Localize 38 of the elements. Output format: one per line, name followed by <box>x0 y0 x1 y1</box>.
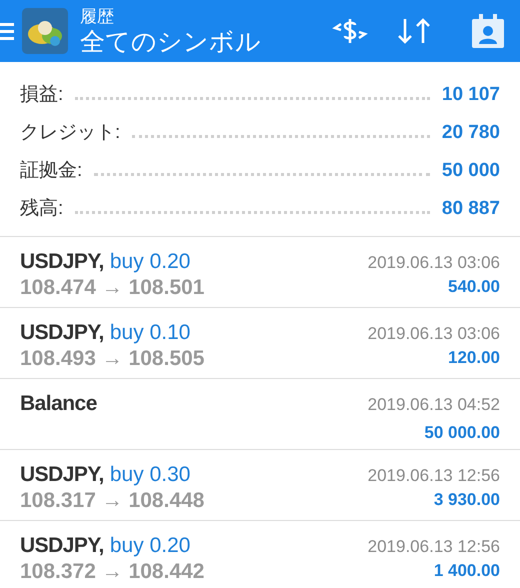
symbol-text: USDJPY, <box>20 462 104 488</box>
profit-text: 120.00 <box>448 347 500 369</box>
time-text: 2019.06.13 04:52 <box>368 394 500 416</box>
screen-subtitle: 履歴 <box>80 8 115 24</box>
price-text: 108.372 → 108.442 <box>20 559 204 585</box>
summary-label: 損益: <box>20 82 64 107</box>
summary-label: 残高: <box>20 196 64 221</box>
summary-value: 20 780 <box>442 120 500 145</box>
menu-icon[interactable] <box>0 22 14 40</box>
currency-exchange-icon[interactable] <box>332 16 368 46</box>
sort-icon[interactable] <box>396 16 432 46</box>
time-text: 2019.06.13 03:06 <box>368 252 500 274</box>
screen-title: 全てのシンボル <box>80 30 261 54</box>
profit-text: 540.00 <box>448 276 500 298</box>
order-text: buy 0.20 <box>110 249 190 275</box>
summary-value: 50 000 <box>442 158 500 183</box>
time-text: 2019.06.13 12:56 <box>368 536 500 558</box>
price-text: 108.474 → 108.501 <box>20 275 204 301</box>
symbol-text: USDJPY, <box>20 249 104 275</box>
price-text: 108.317 → 108.448 <box>20 488 204 514</box>
order-text: buy 0.30 <box>110 462 190 488</box>
summary-value: 80 887 <box>442 196 500 221</box>
order-text: buy 0.10 <box>110 320 190 346</box>
profit-text: 1 400.00 <box>434 560 500 582</box>
profit-text: 3 930.00 <box>434 489 500 511</box>
summary-value: 10 107 <box>442 82 500 107</box>
profit-text: 50 000.00 <box>424 422 500 444</box>
symbol-text: USDJPY, <box>20 533 104 559</box>
symbol-text: Balance <box>20 391 97 417</box>
summary-label: クレジット: <box>20 120 120 145</box>
symbol-text: USDJPY, <box>20 320 104 346</box>
app-logo-icon <box>22 8 68 54</box>
time-text: 2019.06.13 12:56 <box>368 465 500 487</box>
time-text: 2019.06.13 03:06 <box>368 323 500 345</box>
summary-label: 証拠金: <box>20 158 82 183</box>
order-text: buy 0.20 <box>110 533 190 559</box>
price-text: 108.493 → 108.505 <box>20 346 204 372</box>
calendar-person-icon[interactable] <box>472 14 504 48</box>
